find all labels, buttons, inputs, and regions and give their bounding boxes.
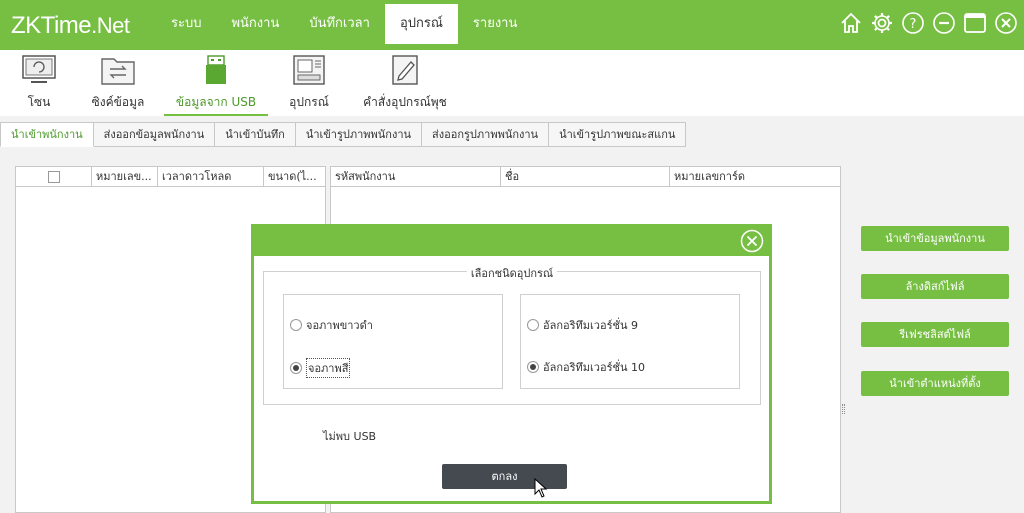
import-employee-button[interactable]: นำเข้าข้อมูลพนักงาน (861, 226, 1009, 251)
radio-algorithm-9-circle[interactable] (527, 319, 539, 331)
dialog-header (251, 224, 772, 256)
radio-monochrome-label: จอภาพขาวดำ (306, 319, 373, 332)
tool-device-label: อุปกรณ์ (289, 95, 329, 109)
logo-main: ZKTime (11, 12, 92, 39)
help-icon[interactable]: ? (901, 11, 925, 35)
tool-zone-label: โซน (27, 95, 51, 109)
tool-sync[interactable]: ซิงค์ข้อมูล (88, 50, 148, 116)
push-command-icon (392, 55, 418, 85)
tool-sync-label: ซิงค์ข้อมูล (91, 95, 145, 109)
radio-monochrome-circle[interactable] (290, 319, 302, 331)
screen-type-group: จอภาพขาวดำ จอภาพสี (283, 294, 503, 389)
svg-text:?: ? (910, 17, 917, 32)
radio-color-screen[interactable]: จอภาพสี (290, 358, 351, 378)
algorithm-version-group: อัลกอริทึมเวอร์ชั่น 9 อัลกอริทึมเวอร์ชั่… (520, 294, 740, 389)
zone-icon (22, 55, 56, 83)
column-employee-id[interactable]: รหัสพนักงาน (331, 167, 501, 186)
menu-item-attendance[interactable]: บันทึกเวลา (294, 4, 385, 44)
radio-algorithm-10-circle[interactable] (527, 361, 539, 373)
radio-color-circle[interactable] (290, 362, 302, 374)
radio-algorithm-9-label: อัลกอริทึมเวอร์ชั่น 9 (543, 319, 638, 332)
menu-item-report[interactable]: รายงาน (458, 4, 532, 44)
tool-push-command[interactable]: คำสั่งอุปกรณ์พุช (362, 50, 448, 116)
device-icon (293, 55, 325, 85)
home-icon[interactable] (839, 11, 863, 35)
tab-import-scan-photos[interactable]: นำเข้ารูปภาพขณะสแกน (549, 122, 687, 147)
tab-export-employee-photos[interactable]: ส่งออกรูปภาพพนักงาน (422, 122, 550, 147)
logo-suffix: .Net (91, 13, 130, 38)
import-location-button[interactable]: นำเข้าตำแหน่งที่ตั้ง (861, 371, 1009, 396)
tool-usb[interactable]: ข้อมูลจาก USB (164, 50, 268, 116)
file-list-header: หมายเลข... เวลาดาวโหลด ขนาด(ไ... (16, 167, 325, 187)
usb-status-message: ไม่พบ USB (323, 430, 377, 443)
select-all-cell (16, 167, 92, 186)
tab-import-employee-photos[interactable]: นำเข้ารูปภาพพนักงาน (295, 122, 423, 147)
radio-algorithm-10-label: อัลกอริทึมเวอร์ชั่น 10 (543, 361, 645, 374)
tool-usb-label: ข้อมูลจาก USB (175, 95, 257, 109)
main-menu: ระบบ พนักงาน บันทึกเวลา อุปกรณ์ รายงาน (156, 4, 532, 44)
tool-push-command-label: คำสั่งอุปกรณ์พุช (363, 95, 447, 109)
refresh-file-list-button[interactable]: รีเฟรชลิสต์ไฟล์ (861, 322, 1009, 347)
tab-export-employee-data[interactable]: ส่งออกข้อมูลพนักงาน (93, 122, 216, 147)
radio-monochrome-screen[interactable]: จอภาพขาวดำ (290, 316, 373, 334)
maximize-icon[interactable] (963, 11, 987, 35)
device-type-dialog: เลือกชนิดอุปกรณ์ จอภาพขาวดำ จอภาพสี อัลก… (251, 224, 772, 504)
ok-button[interactable]: ตกลง (442, 464, 567, 489)
tab-import-employee[interactable]: นำเข้าพนักงาน (0, 122, 94, 147)
minimize-icon[interactable] (932, 11, 956, 35)
radio-algorithm-10[interactable]: อัลกอริทึมเวอร์ชั่น 10 (527, 358, 645, 376)
tool-zone[interactable]: โซน (16, 50, 62, 116)
menu-item-employee[interactable]: พนักงาน (216, 4, 294, 44)
dialog-close-icon[interactable] (740, 229, 764, 253)
select-all-checkbox[interactable] (47, 170, 60, 183)
tab-import-records[interactable]: นำเข้าบันทึก (215, 122, 296, 147)
column-size[interactable]: ขนาด(ไ... (264, 167, 325, 186)
panel-splitter[interactable] (842, 404, 845, 414)
window-controls: ? (839, 11, 1018, 35)
clear-disk-files-button[interactable]: ล้างดิสก์ไฟล์ (861, 274, 1009, 299)
app-logo: ZKTime.Net (11, 12, 130, 40)
usb-subtabs: นำเข้าพนักงาน ส่งออกข้อมูลพนักงาน นำเข้า… (0, 122, 687, 147)
device-type-group: เลือกชนิดอุปกรณ์ จอภาพขาวดำ จอภาพสี อัลก… (263, 264, 761, 405)
column-number[interactable]: หมายเลข... (92, 167, 158, 186)
radio-color-label: จอภาพสี (306, 358, 351, 378)
column-name[interactable]: ชื่อ (501, 167, 670, 186)
column-card-number[interactable]: หมายเลขการ์ด (670, 167, 840, 186)
top-bar: ZKTime.Net ระบบ พนักงาน บันทึกเวลา อุปกร… (0, 0, 1024, 50)
close-icon[interactable] (994, 11, 1018, 35)
column-download-time[interactable]: เวลาดาวโหลด (158, 167, 264, 186)
employee-table-header: รหัสพนักงาน ชื่อ หมายเลขการ์ด (331, 167, 840, 187)
menu-item-system[interactable]: ระบบ (156, 4, 216, 44)
gear-icon[interactable] (870, 11, 894, 35)
usb-drive-icon (206, 55, 226, 84)
tool-device[interactable]: อุปกรณ์ (286, 50, 332, 116)
sync-folder-icon (101, 58, 135, 85)
device-type-group-title: เลือกชนิดอุปกรณ์ (466, 264, 558, 282)
device-toolbar: โซน ซิงค์ข้อมูล ข้อมูลจาก USB อุปกรณ์ คำ… (0, 50, 1024, 116)
menu-item-device[interactable]: อุปกรณ์ (384, 4, 458, 44)
radio-algorithm-9[interactable]: อัลกอริทึมเวอร์ชั่น 9 (527, 316, 638, 334)
mouse-cursor-icon (534, 478, 548, 498)
